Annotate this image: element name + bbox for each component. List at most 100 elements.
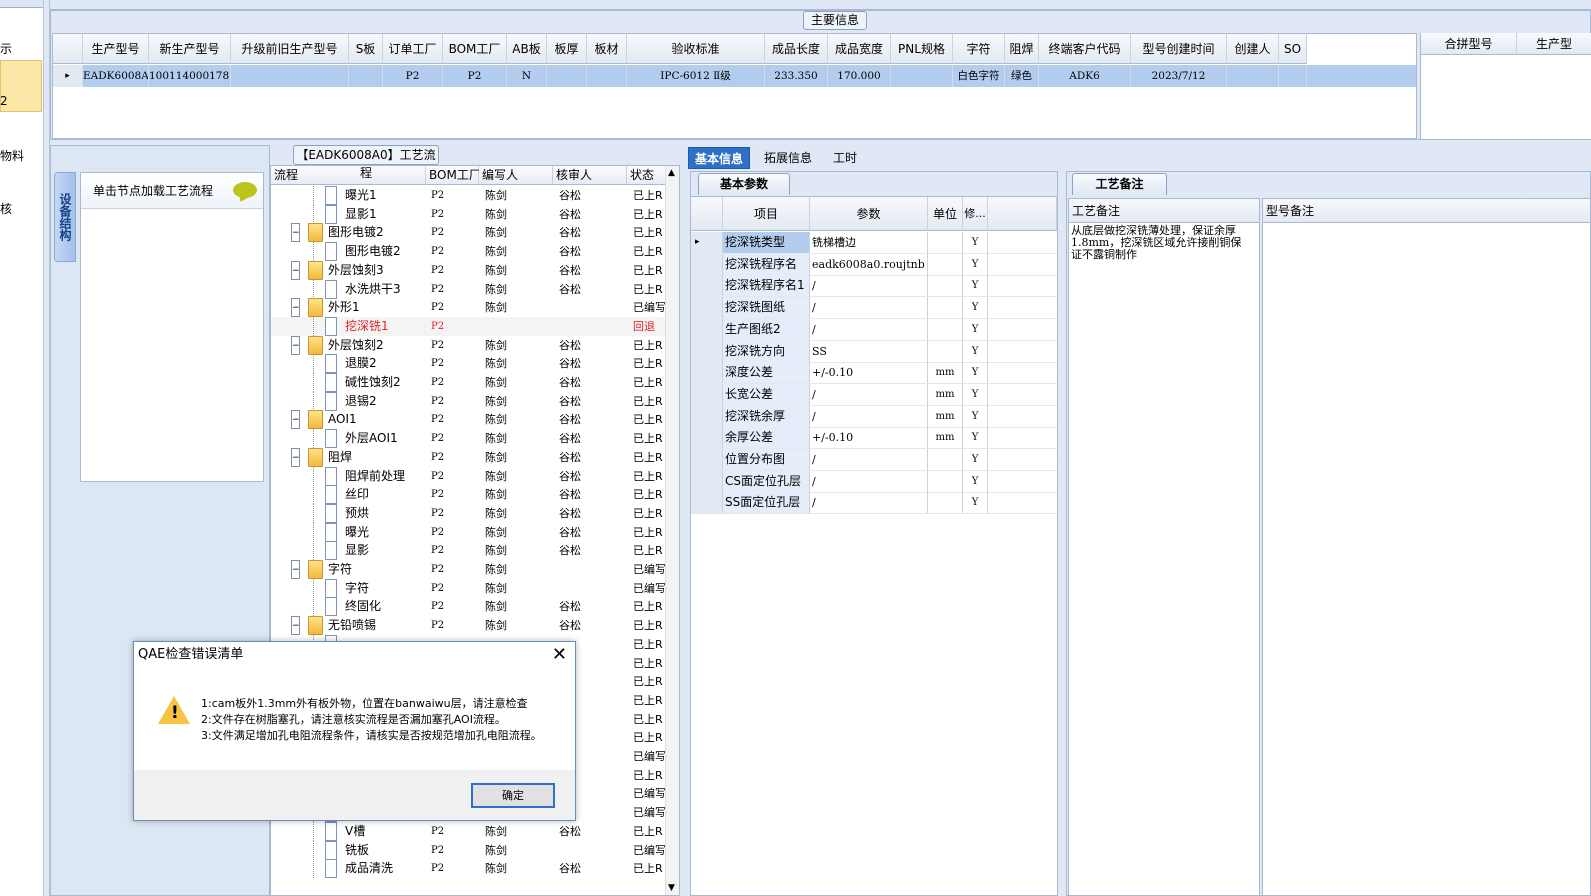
param-col-header[interactable]: 单位 [928, 197, 963, 231]
tree-row[interactable]: 显影 P2 陈剑 谷松 已上R [271, 541, 666, 561]
flow-col-header[interactable]: 流程 [271, 166, 426, 185]
main-col-header[interactable]: 字符 [953, 34, 1005, 64]
tree-row[interactable]: 成品清洗 P2 陈剑 谷松 已上R [271, 859, 666, 879]
param-cell: eadk6008a0.roujtnb [810, 253, 928, 275]
tree-row[interactable]: 字符 P2 陈剑 已编写 [271, 578, 666, 598]
tree-row[interactable]: 退膜2 P2 陈剑 谷松 已上R [271, 354, 666, 374]
merge-header[interactable]: 生产型 [1517, 33, 1591, 55]
flow-col-header[interactable]: 编写人 [479, 166, 553, 185]
param-row[interactable]: 长宽公差 / mm Y [691, 383, 1057, 406]
splitter[interactable] [680, 145, 688, 896]
tab-basic-params[interactable]: 基本参数 [698, 173, 790, 195]
main-col-header[interactable]: 生产型号 [83, 34, 149, 64]
main-col-header[interactable]: 创建人 [1227, 34, 1279, 64]
tab-extended-info[interactable]: 拓展信息 [758, 147, 818, 169]
tree-scrollbar[interactable]: ▲ ▼ [665, 166, 679, 895]
tree-row[interactable]: − 阻焊 P2 陈剑 谷松 已上R [271, 447, 666, 467]
ok-button[interactable]: 确定 [471, 783, 555, 808]
param-cell: Y [963, 362, 988, 384]
tab-process-remarks[interactable]: 工艺备注 [1072, 173, 1167, 195]
tree-row[interactable]: − 外层蚀刻2 P2 陈剑 谷松 已上R [271, 335, 666, 355]
main-col-header[interactable]: 新生产型号 [149, 34, 231, 64]
tree-row[interactable]: 阻焊前处理 P2 陈剑 谷松 已上R [271, 466, 666, 486]
flow-col-header[interactable]: 核审人 [553, 166, 627, 185]
main-col-header[interactable]: S板 [349, 34, 383, 64]
param-row[interactable]: 深度公差 +/-0.10 mm Y [691, 362, 1057, 385]
collapse-icon[interactable]: − [291, 616, 300, 636]
main-col-header[interactable]: 板厚 [547, 34, 587, 64]
collapse-icon[interactable]: − [291, 298, 300, 318]
param-row[interactable]: 位置分布图 / Y [691, 449, 1057, 471]
left-nav-item[interactable]: 物料 [0, 147, 24, 164]
param-row[interactable]: CS面定位孔层 / Y [691, 470, 1057, 493]
table-row[interactable]: ▸ EADK6008A010011400017856P2P2NIPC-6012 … [53, 65, 1416, 87]
process-remarks-text[interactable]: 从底层做挖深铣薄处理，保证余厚1.8mm，挖深铣区域允许接削铜保证不露铜制作 [1071, 225, 1245, 261]
collapse-icon[interactable]: − [291, 410, 300, 430]
param-row[interactable]: 挖深铣程序名 eadk6008a0.roujtnb Y [691, 253, 1057, 276]
main-col-header[interactable]: 升级前旧生产型号 [231, 34, 349, 64]
tree-row[interactable]: 碱性蚀刻2 P2 陈剑 谷松 已上R [271, 373, 666, 392]
main-col-header[interactable]: 阻焊 [1005, 34, 1039, 64]
collapse-icon[interactable]: − [291, 260, 300, 280]
tree-row[interactable]: − 外层蚀刻3 P2 陈剑 谷松 已上R [271, 260, 666, 280]
tree-row[interactable]: 终固化 P2 陈剑 谷松 已上R [271, 597, 666, 617]
tree-row[interactable]: 曝光 P2 陈剑 谷松 已上R [271, 522, 666, 542]
tree-row[interactable]: − 外形1 P2 陈剑 已编写 [271, 298, 666, 318]
param-row[interactable]: 挖深铣程序名1/ Y [691, 275, 1057, 298]
param-row[interactable]: 余厚公差 +/-0.10 mm Y [691, 427, 1057, 450]
main-col-header[interactable]: PNL规格 [891, 34, 953, 64]
collapse-icon[interactable]: − [291, 335, 300, 355]
table-cell [1279, 65, 1307, 87]
close-icon[interactable]: ✕ [552, 644, 567, 666]
param-row[interactable]: 生产图纸2/ Y [691, 318, 1057, 341]
main-col-header[interactable]: 成品宽度 [828, 34, 891, 64]
left-nav-item[interactable]: 示 [0, 40, 12, 57]
tab-equipment-structure[interactable]: 设备结构 [54, 172, 76, 262]
tree-row[interactable]: 预烘 P2 陈剑 谷松 已上R [271, 503, 666, 523]
param-col-header[interactable]: 参数 [810, 197, 928, 231]
tree-row[interactable]: 图形电镀2 P2 陈剑 谷松 已上R [271, 242, 666, 262]
left-nav-item[interactable]: 2 [0, 94, 8, 108]
collapse-icon[interactable]: − [291, 223, 300, 243]
param-row[interactable]: ▸ 挖深铣类型 铣梯槽边 Y [691, 232, 1057, 254]
scroll-up-icon[interactable]: ▲ [668, 168, 675, 178]
tree-row[interactable]: − AOI1 P2 陈剑 谷松 已上R [271, 410, 666, 430]
main-col-header[interactable]: 订单工厂 [383, 34, 443, 64]
load-flow-box[interactable]: 单击节点加载工艺流程 [80, 172, 264, 482]
tree-row[interactable]: − 字符 P2 陈剑 已编写 [271, 560, 666, 579]
main-col-header[interactable]: 成品长度 [765, 34, 828, 64]
scroll-down-icon[interactable]: ▼ [668, 883, 675, 893]
tree-row[interactable]: − 无铅喷锡 P2 陈剑 谷松 已上R [271, 616, 666, 636]
tree-row[interactable]: 曝光1 P2 陈剑 谷松 已上R [271, 186, 666, 205]
param-row[interactable]: SS面定位孔层 / Y [691, 492, 1057, 515]
collapse-icon[interactable]: − [291, 560, 300, 579]
main-col-header[interactable]: SO [1279, 34, 1307, 64]
main-col-header[interactable]: 验收标准 [627, 34, 765, 64]
main-col-header[interactable]: AB板 [507, 34, 547, 64]
tree-row[interactable]: − 图形电镀2 P2 陈剑 谷松 已上R [271, 223, 666, 243]
main-col-header[interactable]: BOM工厂 [443, 34, 507, 64]
param-row[interactable]: 挖深铣图纸 / Y [691, 297, 1057, 320]
flow-col-header[interactable]: 状态 [627, 166, 666, 185]
flow-col-header[interactable]: BOM工厂 [426, 166, 481, 185]
tree-row[interactable]: 水洗烘干3 P2 陈剑 谷松 已上R [271, 279, 666, 299]
merge-header[interactable]: 合拼型号 [1421, 33, 1517, 55]
tab-basic-info[interactable]: 基本信息 [688, 147, 751, 169]
main-col-header[interactable]: 型号创建时间 [1131, 34, 1227, 64]
main-col-header[interactable]: 板材 [587, 34, 627, 64]
param-row[interactable]: 挖深铣余厚 / mm Y [691, 405, 1057, 428]
tree-row[interactable]: 外层AOI1 P2 陈剑 谷松 已上R [271, 429, 666, 449]
tab-work-hours[interactable]: 工时 [827, 147, 863, 169]
param-row[interactable]: 挖深铣方向 SS Y [691, 340, 1057, 363]
param-col-header[interactable]: 修... [963, 197, 988, 231]
tree-row[interactable]: 挖深铣1 P2 回退 [271, 316, 666, 336]
collapse-icon[interactable]: − [291, 447, 300, 467]
tree-row[interactable]: 退锡2 P2 陈剑 谷松 已上R [271, 391, 666, 411]
param-col-header[interactable]: 项目 [723, 197, 810, 231]
tree-row[interactable]: 铣板 P2 陈剑 已编写 [271, 840, 666, 860]
tree-row[interactable]: V槽 P2 陈剑 谷松 已上R [271, 821, 666, 841]
tree-row[interactable]: 显影1 P2 陈剑 谷松 已上R [271, 204, 666, 224]
main-col-header[interactable]: 终端客户代码 [1039, 34, 1131, 64]
left-nav-item[interactable]: 核 [0, 200, 12, 217]
tree-row[interactable]: 丝印 P2 陈剑 谷松 已上R [271, 485, 666, 505]
